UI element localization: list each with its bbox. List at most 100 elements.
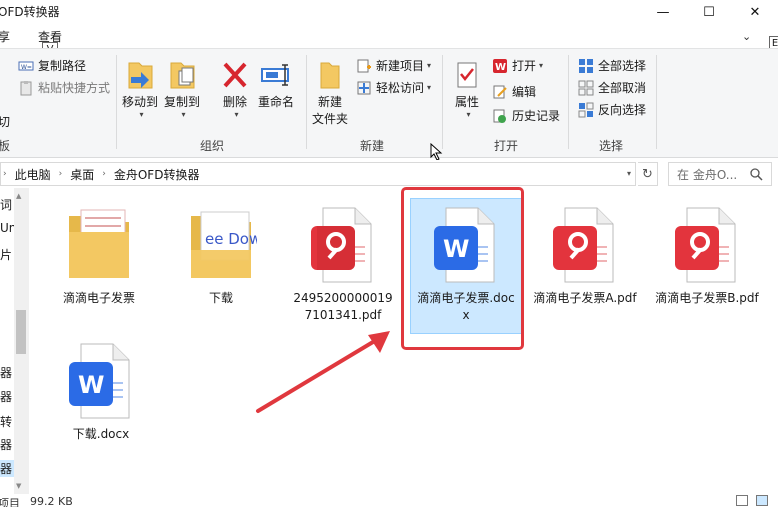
chevron-down-icon: ▾ [139,110,144,119]
large-icons-view-icon[interactable] [756,495,768,506]
properties-button[interactable]: 属性 ▾ [452,57,482,119]
new-folder-icon [320,62,340,89]
invert-selection-button[interactable]: 反向选择 [578,101,646,118]
refresh-icon: ↻ [642,166,653,182]
file-item[interactable]: 滴滴电子发票A.pdf [530,206,640,307]
folder-icon: ee Dow [191,211,257,278]
details-view-icon[interactable] [736,495,748,506]
svg-text:W: W [78,371,104,399]
nav-item[interactable]: 器 [0,388,12,405]
close-button[interactable]: ✕ [732,0,778,24]
word-icon: W [69,343,130,419]
annotation-arrow-icon [256,331,390,413]
history-icon [493,109,506,123]
select-none-icon [578,80,594,95]
chevron-right-icon: › [3,169,7,179]
refresh-button[interactable]: ↻ [638,162,658,186]
copy-path-button[interactable]: W= 复制路径 [18,57,86,74]
maximize-icon: ☐ [703,4,715,20]
status-items: 项目 [0,497,20,507]
edit-button[interactable]: 编辑 [492,83,536,100]
group-separator [568,55,569,149]
new-item-button[interactable]: 新建项目 ▾ [356,57,431,74]
scroll-down-icon[interactable]: ▼ [16,482,21,490]
ribbon-collapse-icon[interactable]: ⌄ [742,30,756,44]
tab-share[interactable]: 享 [0,28,10,45]
chevron-down-icon: ▾ [181,110,186,119]
copy-to-icon [170,62,195,89]
group-label-open: 打开 [494,139,519,153]
status-size: 99.2 KB [30,495,73,507]
file-item[interactable]: 滴滴电子发票B.pdf [652,206,762,307]
move-to-button[interactable]: 移动到 ▾ [122,57,158,119]
cut-button[interactable]: 切 [0,113,10,130]
minimize-button[interactable]: — [640,0,686,24]
group-separator [306,55,307,149]
file-name: 滴滴电子发票 [62,291,135,305]
svg-text:W: W [495,62,506,73]
nav-item-selected[interactable]: 器 [0,460,14,477]
title-bar: OFD转换器 — ☐ ✕ [0,0,778,24]
select-all-button[interactable]: 全部选择 [578,57,646,74]
chevron-down-icon: ▾ [427,83,432,92]
pdf-icon [675,207,736,283]
open-button[interactable]: W 打开 ▾ [492,57,543,74]
file-item[interactable]: 24952000000197101341.pdf [288,206,398,324]
window-title: OFD转换器 [0,5,60,19]
group-label-clipboard: 板 [0,139,11,153]
maximize-button[interactable]: ☐ [686,0,732,24]
nav-scrollbar-thumb[interactable] [16,310,26,354]
breadcrumb-current-folder[interactable]: 金舟OFD转换器 [114,166,200,183]
copy-path-icon: W= [18,61,34,71]
properties-icon [457,62,477,88]
group-separator [442,55,443,149]
paste-shortcut-button[interactable]: 粘贴快捷方式 [18,79,110,96]
file-name: 下载 [208,291,233,305]
nav-item[interactable]: 器 [0,364,12,381]
file-name: 下载.docx [72,427,130,441]
delete-icon [223,62,247,88]
group-separator [116,55,117,149]
close-icon: ✕ [749,4,761,20]
invert-selection-icon [578,102,594,117]
svg-text:W=: W= [21,64,32,71]
chevron-right-icon: › [58,169,63,179]
chevron-down-icon: ▾ [539,61,544,70]
history-button[interactable]: 历史记录 [492,107,560,124]
easy-access-button[interactable]: 轻松访问 ▾ [356,79,431,96]
file-item[interactable]: W 下载.docx [46,342,156,443]
paste-shortcut-icon [20,80,32,95]
search-input[interactable]: 在 金舟O... [668,162,772,186]
nav-item[interactable]: 转 [0,413,12,430]
move-to-icon [128,62,153,89]
address-bar[interactable]: › 此电脑 › 桌面 › 金舟OFD转换器 ▾ [0,162,636,186]
copy-to-button[interactable]: 复制到 ▾ [164,57,200,119]
file-name: 滴滴电子发票B.pdf [655,291,759,305]
minimize-icon: — [656,4,670,20]
breadcrumb-this-pc[interactable]: 此电脑 [15,166,51,183]
group-label-select: 选择 [599,139,624,153]
nav-item[interactable]: 器 [0,436,12,453]
nav-item[interactable]: 词 [0,196,12,213]
group-label-organize: 组织 [200,139,225,153]
folder-icon [69,209,129,278]
delete-button[interactable]: 删除 ▾ [220,57,250,119]
file-item[interactable]: ee Dow 下载 [166,206,276,307]
file-item[interactable]: 滴滴电子发票 [44,206,154,307]
address-row: › 此电脑 › 桌面 › 金舟OFD转换器 ▾ ↻ 在 金舟O... [0,160,778,188]
breadcrumb-desktop[interactable]: 桌面 [70,166,94,183]
rename-icon [261,64,289,86]
pdf-icon [311,207,372,283]
rename-button[interactable]: 重命名 [258,57,294,110]
select-none-button[interactable]: 全部取消 [578,79,646,96]
mouse-cursor-icon [430,143,443,161]
chevron-down-icon[interactable]: ▾ [627,169,631,178]
search-icon [750,168,763,181]
pdf-icon [553,207,614,283]
nav-item[interactable]: 片 [0,246,12,263]
folder-preview-text: ee Dow [205,230,257,248]
new-folder-button[interactable]: 新建 文件夹 [312,57,348,127]
new-item-icon [357,59,371,72]
chevron-right-icon: › [102,169,106,179]
scroll-up-icon[interactable]: ▲ [16,192,21,200]
